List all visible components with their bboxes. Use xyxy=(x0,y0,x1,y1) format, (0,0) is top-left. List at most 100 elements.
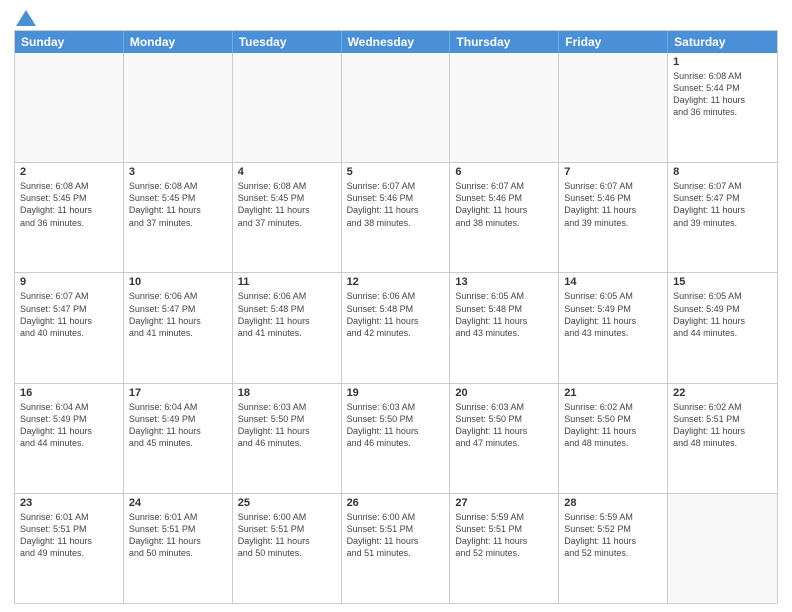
day-header-friday: Friday xyxy=(559,31,668,53)
logo xyxy=(14,10,38,22)
day-header-thursday: Thursday xyxy=(450,31,559,53)
cell-info: Sunrise: 6:03 AM Sunset: 5:50 PM Dayligh… xyxy=(455,401,553,450)
cell-info: Sunrise: 6:08 AM Sunset: 5:45 PM Dayligh… xyxy=(238,180,336,229)
cal-cell: 16 Sunrise: 6:04 AM Sunset: 5:49 PM Dayli… xyxy=(15,384,124,493)
cal-cell: 19 Sunrise: 6:03 AM Sunset: 5:50 PM Dayli… xyxy=(342,384,451,493)
cal-cell: 1 Sunrise: 6:08 AM Sunset: 5:44 PM Daylig… xyxy=(668,53,777,162)
day-header-monday: Monday xyxy=(124,31,233,53)
calendar: SundayMondayTuesdayWednesdayThursdayFrid… xyxy=(14,30,778,604)
cal-row-3: 16 Sunrise: 6:04 AM Sunset: 5:49 PM Dayli… xyxy=(15,383,777,493)
cell-info: Sunrise: 6:00 AM Sunset: 5:51 PM Dayligh… xyxy=(347,511,445,560)
cal-cell: 25 Sunrise: 6:00 AM Sunset: 5:51 PM Dayli… xyxy=(233,494,342,603)
cal-cell: 28 Sunrise: 5:59 AM Sunset: 5:52 PM Dayli… xyxy=(559,494,668,603)
cell-info: Sunrise: 6:06 AM Sunset: 5:47 PM Dayligh… xyxy=(129,290,227,339)
logo-icon xyxy=(16,10,36,26)
cal-cell: 9 Sunrise: 6:07 AM Sunset: 5:47 PM Daylig… xyxy=(15,273,124,382)
cal-cell: 13 Sunrise: 6:05 AM Sunset: 5:48 PM Dayli… xyxy=(450,273,559,382)
cal-cell: 4 Sunrise: 6:08 AM Sunset: 5:45 PM Daylig… xyxy=(233,163,342,272)
cal-cell xyxy=(668,494,777,603)
cal-cell xyxy=(450,53,559,162)
cal-cell: 20 Sunrise: 6:03 AM Sunset: 5:50 PM Dayli… xyxy=(450,384,559,493)
day-number: 27 xyxy=(455,497,553,509)
cal-cell: 14Sunrise: 6:05 AM Sunset: 5:49 PM Dayli… xyxy=(559,273,668,382)
cal-cell: 23 Sunrise: 6:01 AM Sunset: 5:51 PM Dayli… xyxy=(15,494,124,603)
cal-cell: 12 Sunrise: 6:06 AM Sunset: 5:48 PM Dayli… xyxy=(342,273,451,382)
cal-cell: 6 Sunrise: 6:07 AM Sunset: 5:46 PM Daylig… xyxy=(450,163,559,272)
day-number: 9 xyxy=(20,276,118,288)
cell-info: Sunrise: 5:59 AM Sunset: 5:52 PM Dayligh… xyxy=(564,511,662,560)
cal-cell: 27 Sunrise: 5:59 AM Sunset: 5:51 PM Dayli… xyxy=(450,494,559,603)
cal-cell: 8 Sunrise: 6:07 AM Sunset: 5:47 PM Daylig… xyxy=(668,163,777,272)
day-number: 14 xyxy=(564,276,662,288)
day-number: 16 xyxy=(20,387,118,399)
cal-cell: 7 Sunrise: 6:07 AM Sunset: 5:46 PM Daylig… xyxy=(559,163,668,272)
cell-info: Sunrise: 6:07 AM Sunset: 5:47 PM Dayligh… xyxy=(673,180,772,229)
cell-info: Sunrise: 6:00 AM Sunset: 5:51 PM Dayligh… xyxy=(238,511,336,560)
day-number: 24 xyxy=(129,497,227,509)
cell-info: Sunrise: 6:07 AM Sunset: 5:46 PM Dayligh… xyxy=(564,180,662,229)
cell-info: Sunrise: 6:01 AM Sunset: 5:51 PM Dayligh… xyxy=(20,511,118,560)
cell-info: Sunrise: 6:07 AM Sunset: 5:47 PM Dayligh… xyxy=(20,290,118,339)
cell-info: Sunrise: 6:02 AM Sunset: 5:50 PM Dayligh… xyxy=(564,401,662,450)
cal-row-0: 1 Sunrise: 6:08 AM Sunset: 5:44 PM Daylig… xyxy=(15,53,777,162)
cal-cell: 15 Sunrise: 6:05 AM Sunset: 5:49 PM Dayli… xyxy=(668,273,777,382)
cell-info: Sunrise: 6:07 AM Sunset: 5:46 PM Dayligh… xyxy=(455,180,553,229)
cell-info: Sunrise: 5:59 AM Sunset: 5:51 PM Dayligh… xyxy=(455,511,553,560)
cell-info: Sunrise: 6:04 AM Sunset: 5:49 PM Dayligh… xyxy=(20,401,118,450)
day-number: 4 xyxy=(238,166,336,178)
cell-info: Sunrise: 6:03 AM Sunset: 5:50 PM Dayligh… xyxy=(238,401,336,450)
day-number: 23 xyxy=(20,497,118,509)
cal-cell xyxy=(233,53,342,162)
cal-cell: 22 Sunrise: 6:02 AM Sunset: 5:51 PM Dayli… xyxy=(668,384,777,493)
cell-info: Sunrise: 6:04 AM Sunset: 5:49 PM Dayligh… xyxy=(129,401,227,450)
day-number: 1 xyxy=(673,56,772,68)
day-number: 8 xyxy=(673,166,772,178)
day-number: 19 xyxy=(347,387,445,399)
cal-cell: 24Sunrise: 6:01 AM Sunset: 5:51 PM Dayli… xyxy=(124,494,233,603)
day-number: 18 xyxy=(238,387,336,399)
cell-info: Sunrise: 6:06 AM Sunset: 5:48 PM Dayligh… xyxy=(238,290,336,339)
cal-cell xyxy=(342,53,451,162)
cal-cell: 18 Sunrise: 6:03 AM Sunset: 5:50 PM Dayli… xyxy=(233,384,342,493)
cal-cell: 26 Sunrise: 6:00 AM Sunset: 5:51 PM Dayli… xyxy=(342,494,451,603)
day-number: 12 xyxy=(347,276,445,288)
day-header-wednesday: Wednesday xyxy=(342,31,451,53)
day-number: 13 xyxy=(455,276,553,288)
cal-row-4: 23 Sunrise: 6:01 AM Sunset: 5:51 PM Dayli… xyxy=(15,493,777,603)
day-header-saturday: Saturday xyxy=(668,31,777,53)
day-number: 17 xyxy=(129,387,227,399)
day-number: 28 xyxy=(564,497,662,509)
cell-info: Sunrise: 6:08 AM Sunset: 5:44 PM Dayligh… xyxy=(673,70,772,119)
cell-info: Sunrise: 6:05 AM Sunset: 5:48 PM Dayligh… xyxy=(455,290,553,339)
cal-cell: 5 Sunrise: 6:07 AM Sunset: 5:46 PM Daylig… xyxy=(342,163,451,272)
day-number: 2 xyxy=(20,166,118,178)
day-number: 3 xyxy=(129,166,227,178)
page: SundayMondayTuesdayWednesdayThursdayFrid… xyxy=(0,0,792,612)
day-number: 21 xyxy=(564,387,662,399)
day-header-tuesday: Tuesday xyxy=(233,31,342,53)
day-number: 15 xyxy=(673,276,772,288)
header xyxy=(14,10,778,22)
day-number: 6 xyxy=(455,166,553,178)
cell-info: Sunrise: 6:08 AM Sunset: 5:45 PM Dayligh… xyxy=(129,180,227,229)
cal-cell: 10 Sunrise: 6:06 AM Sunset: 5:47 PM Dayli… xyxy=(124,273,233,382)
cell-info: Sunrise: 6:03 AM Sunset: 5:50 PM Dayligh… xyxy=(347,401,445,450)
day-number: 22 xyxy=(673,387,772,399)
cell-info: Sunrise: 6:02 AM Sunset: 5:51 PM Dayligh… xyxy=(673,401,772,450)
calendar-header: SundayMondayTuesdayWednesdayThursdayFrid… xyxy=(15,31,777,53)
cal-cell: 17 Sunrise: 6:04 AM Sunset: 5:49 PM Dayli… xyxy=(124,384,233,493)
cal-cell: 3 Sunrise: 6:08 AM Sunset: 5:45 PM Daylig… xyxy=(124,163,233,272)
day-number: 10 xyxy=(129,276,227,288)
cal-cell xyxy=(559,53,668,162)
cell-info: Sunrise: 6:05 AM Sunset: 5:49 PM Dayligh… xyxy=(673,290,772,339)
calendar-body: 1 Sunrise: 6:08 AM Sunset: 5:44 PM Daylig… xyxy=(15,53,777,603)
cell-info: Sunrise: 6:08 AM Sunset: 5:45 PM Dayligh… xyxy=(20,180,118,229)
day-number: 20 xyxy=(455,387,553,399)
cell-info: Sunrise: 6:07 AM Sunset: 5:46 PM Dayligh… xyxy=(347,180,445,229)
day-number: 5 xyxy=(347,166,445,178)
cell-info: Sunrise: 6:06 AM Sunset: 5:48 PM Dayligh… xyxy=(347,290,445,339)
day-number: 26 xyxy=(347,497,445,509)
day-number: 25 xyxy=(238,497,336,509)
day-number: 7 xyxy=(564,166,662,178)
cal-cell xyxy=(15,53,124,162)
